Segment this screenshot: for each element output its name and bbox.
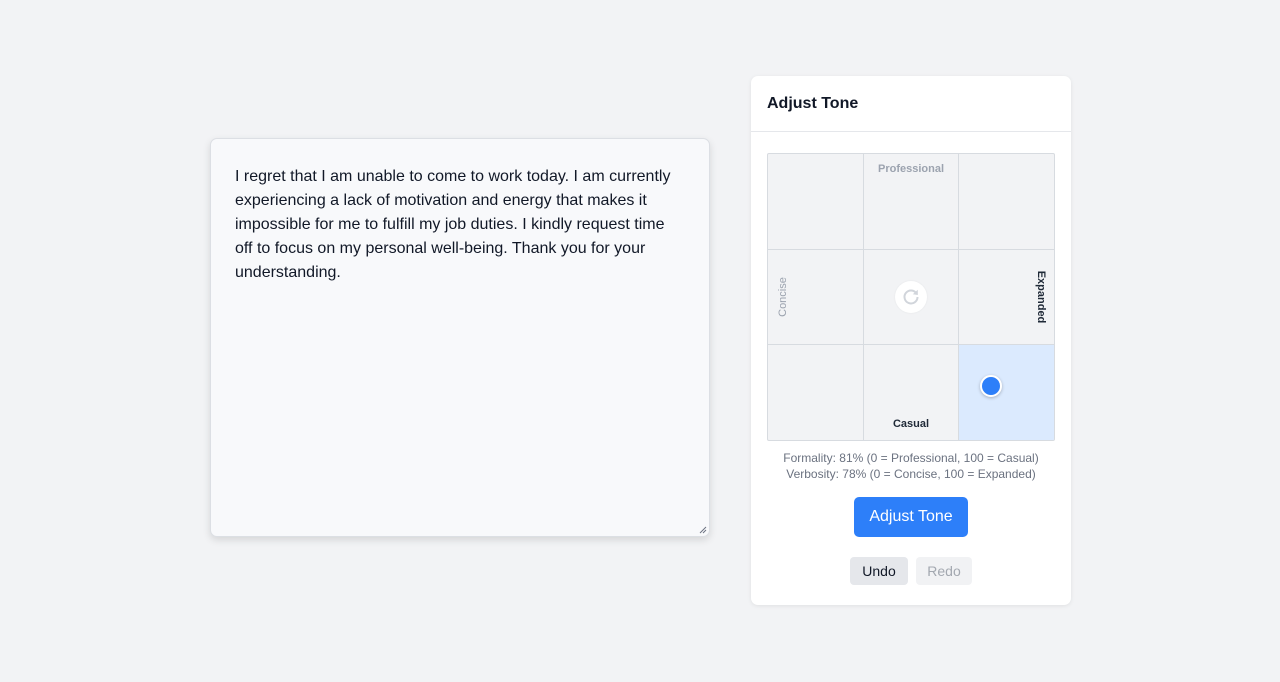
- adjust-tone-button[interactable]: Adjust Tone: [854, 497, 968, 537]
- casual-label: Casual: [892, 418, 930, 430]
- adjust-tone-panel: Adjust Tone Professional Casual Concise …: [751, 76, 1071, 605]
- redo-button[interactable]: Redo: [916, 557, 972, 585]
- concise-label: Concise: [777, 277, 789, 317]
- resize-handle-icon[interactable]: [699, 526, 707, 534]
- verbosity-readout: Verbosity: 78% (0 = Concise, 100 = Expan…: [786, 467, 1036, 481]
- formality-readout: Formality: 81% (0 = Professional, 100 = …: [783, 451, 1039, 465]
- reset-button[interactable]: [895, 281, 927, 313]
- message-editor[interactable]: I regret that I am unable to come to wor…: [210, 138, 710, 537]
- refresh-icon: [903, 289, 919, 305]
- panel-title: Adjust Tone: [751, 76, 1071, 132]
- tone-position-handle[interactable]: [980, 374, 1003, 397]
- undo-button[interactable]: Undo: [850, 557, 908, 585]
- expanded-label: Expanded: [1035, 270, 1047, 324]
- professional-label: Professional: [877, 163, 945, 175]
- message-text[interactable]: I regret that I am unable to come to wor…: [235, 165, 685, 285]
- tone-grid[interactable]: Professional Casual Concise Expanded: [767, 153, 1055, 441]
